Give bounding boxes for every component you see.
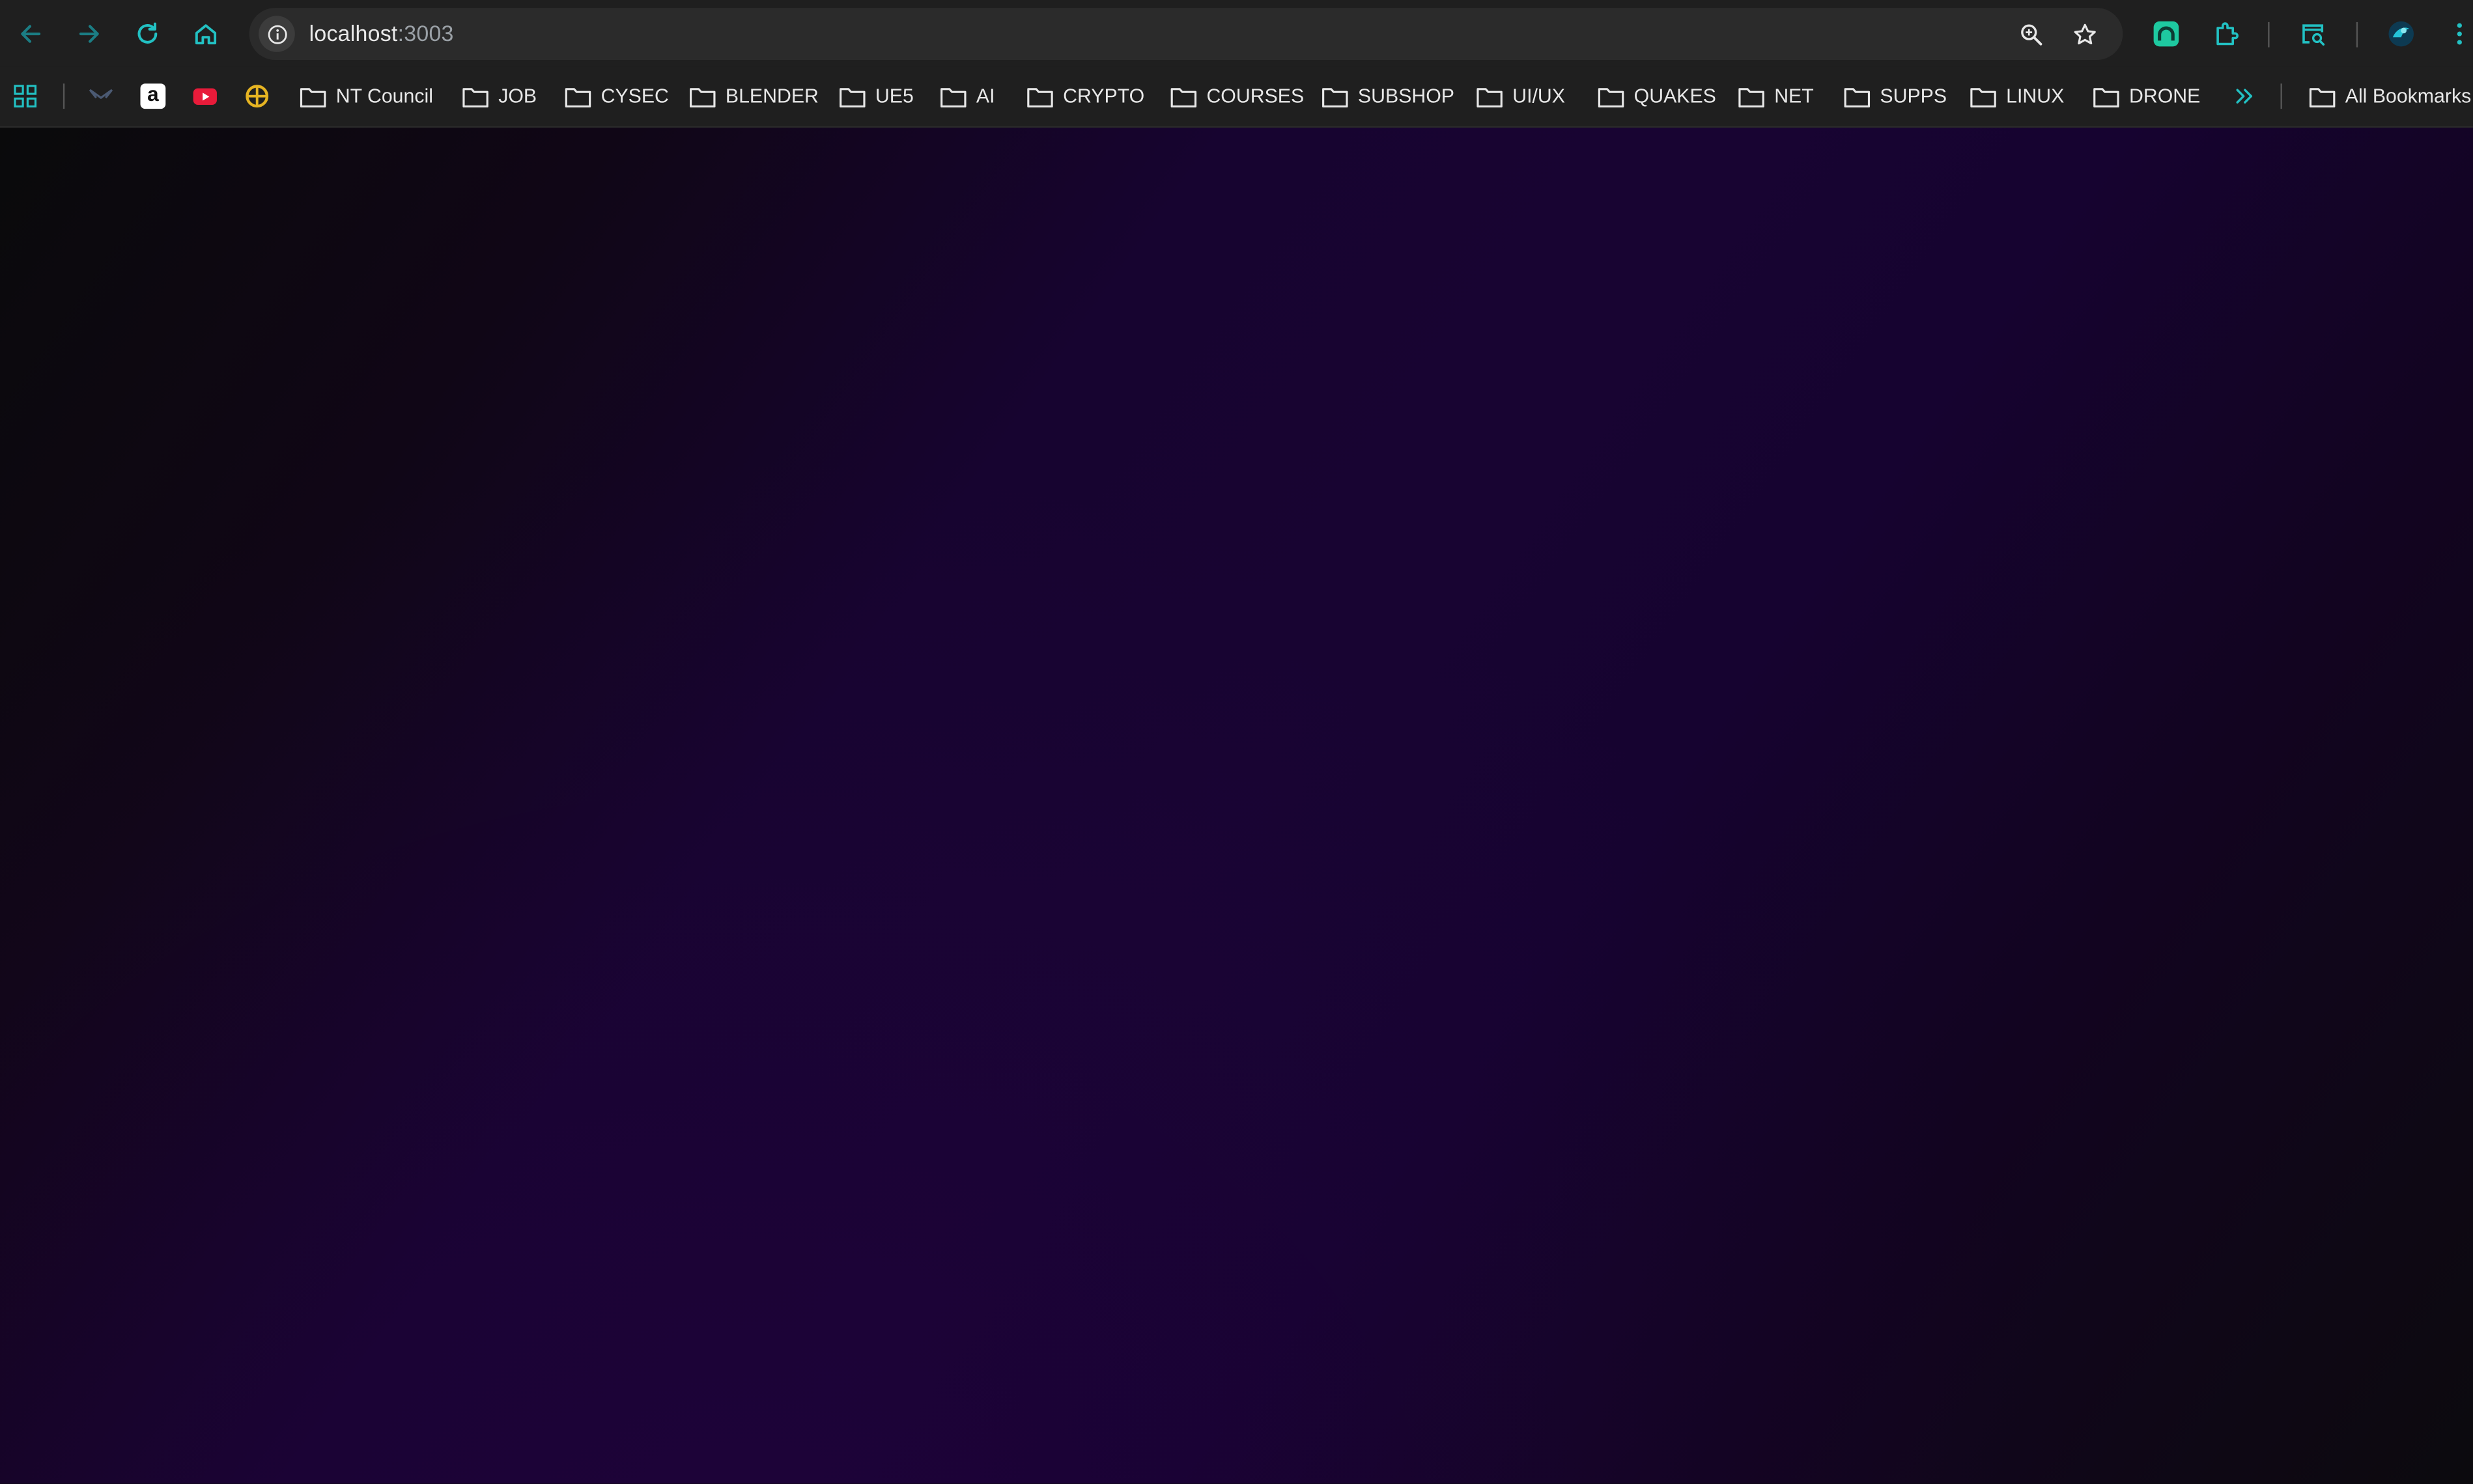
folder-icon [2093, 87, 2119, 107]
bookmark-folder[interactable]: LINUX [1970, 82, 2064, 111]
bookmark-folder[interactable]: CYSEC [565, 82, 669, 111]
url-host: localhost [309, 20, 398, 46]
folder-icon [690, 87, 716, 107]
bookmark-folder[interactable]: CRYPTO [1026, 82, 1144, 111]
bookmark-folder[interactable]: SUPPS [1844, 82, 1947, 111]
bookmark-folder[interactable]: COURSES [1170, 82, 1304, 111]
bookmark-folder-label: COURSES [1206, 85, 1305, 107]
bookmark-folder-label: SUBSHOP [1357, 85, 1454, 107]
bookmark-folder[interactable]: NET [1738, 82, 1814, 111]
zoom-icon [2021, 24, 2042, 46]
star-icon [2074, 23, 2096, 45]
all-bookmarks-label: All Bookmarks [2345, 85, 2472, 107]
bookmark-folder-label: BLENDER [725, 85, 819, 107]
bookmarks-divider [2280, 83, 2282, 109]
bookmark-folder[interactable]: NT Council [300, 82, 433, 111]
chevron-double-right-icon [2236, 89, 2253, 104]
folder-icon [1738, 87, 1764, 107]
url-text[interactable]: localhost:3003 [309, 20, 454, 46]
bookmark-folder[interactable]: QUAKES [1598, 82, 1716, 111]
folder-icon [1027, 87, 1053, 107]
bookmark-compass[interactable] [244, 83, 270, 109]
browser-window: localhost:3003 a NT Council JOB CYSEC BL… [0, 0, 2473, 1484]
bookmark-folder-label: DRONE [2129, 85, 2201, 107]
bookmark-folder[interactable]: AI [940, 82, 995, 111]
folder-icon [840, 87, 866, 107]
folder-icon [1170, 87, 1197, 107]
folder-icon [2309, 87, 2336, 107]
bookmark-folder[interactable]: JOB [462, 82, 537, 111]
apps-button[interactable] [12, 83, 38, 109]
search-tab-button[interactable] [2295, 16, 2329, 50]
arrow-right-icon [78, 24, 98, 42]
folder-icon [462, 87, 488, 107]
address-bar[interactable]: localhost:3003 [249, 8, 2123, 61]
bookmark-folder-label: NT Council [335, 85, 433, 107]
bookmark-folder-label: CYSEC [601, 85, 669, 107]
bookmarks-divider [63, 83, 65, 109]
url-port: :3003 [397, 20, 454, 46]
reload-button[interactable] [130, 16, 164, 50]
folder-icon [1844, 87, 1871, 107]
forward-button[interactable] [71, 16, 106, 50]
toolbar-divider [2268, 21, 2270, 48]
home-icon [194, 23, 216, 44]
all-bookmarks-button[interactable]: All Bookmarks [2309, 82, 2471, 111]
reload-icon [137, 21, 157, 43]
info-icon [267, 24, 287, 44]
home-button[interactable] [188, 16, 222, 50]
bookmark-folder-label: QUAKES [1633, 85, 1716, 107]
bookmark-folder-label: SUPPS [1880, 85, 1947, 107]
bookmark-folder-label: NET [1774, 85, 1814, 107]
folder-icon [1970, 87, 1996, 107]
zoom-button[interactable] [2016, 19, 2047, 50]
amazon-icon: a [140, 83, 166, 109]
bookmark-folder[interactable]: UI/UX [1477, 82, 1565, 111]
browser-menu-button[interactable] [2441, 16, 2472, 50]
folder-icon [1477, 87, 1503, 107]
bookmark-mail[interactable] [89, 83, 114, 109]
bookmark-folder[interactable]: BLENDER [689, 82, 819, 111]
bookmark-star-button[interactable] [2069, 19, 2100, 50]
browser-toolbar: localhost:3003 [0, 0, 2473, 66]
page-viewport [0, 128, 2473, 1484]
bookmark-folder-label: UE5 [875, 85, 914, 107]
crosshair-logo-icon [246, 85, 269, 108]
site-info-button[interactable] [259, 16, 295, 52]
bookmark-youtube[interactable] [192, 83, 218, 109]
more-vertical-icon [2456, 22, 2461, 44]
arrow-left-icon [20, 24, 40, 42]
bookmark-folder-label: LINUX [2006, 85, 2065, 107]
folder-icon [300, 87, 326, 107]
bookmark-folder[interactable]: SUBSHOP [1321, 82, 1454, 111]
bookmarks-bar: a NT Council JOB CYSEC BLENDER UE5 AI CR… [0, 66, 2473, 128]
bookmark-folder[interactable]: DRONE [2093, 82, 2200, 111]
extension-green-button[interactable] [2148, 16, 2183, 50]
avatar-icon [2388, 20, 2413, 46]
bookmark-folder-label: AI [976, 85, 995, 107]
extensions-button[interactable] [2208, 16, 2242, 50]
bookmark-folder-label: JOB [498, 85, 537, 107]
toolbar-divider [2356, 21, 2358, 48]
bookmarks-overflow-button[interactable] [2231, 83, 2257, 109]
folder-icon [565, 87, 591, 107]
puzzle-icon [2216, 21, 2238, 45]
bookmark-amazon[interactable]: a [140, 83, 166, 109]
apps-grid-icon [14, 85, 37, 108]
back-button[interactable] [12, 16, 47, 50]
tab-search-icon [2301, 23, 2324, 45]
youtube-icon [193, 88, 217, 105]
mail-icon [89, 89, 113, 100]
bookmark-folder[interactable]: UE5 [839, 82, 914, 111]
bookmark-folder-label: UI/UX [1512, 85, 1565, 107]
bookmark-folder-label: CRYPTO [1063, 85, 1145, 107]
folder-icon [1598, 87, 1624, 107]
folder-icon [940, 87, 967, 107]
extension-app-icon [2153, 20, 2179, 46]
profile-button[interactable] [2383, 16, 2418, 50]
folder-icon [1322, 87, 1348, 107]
